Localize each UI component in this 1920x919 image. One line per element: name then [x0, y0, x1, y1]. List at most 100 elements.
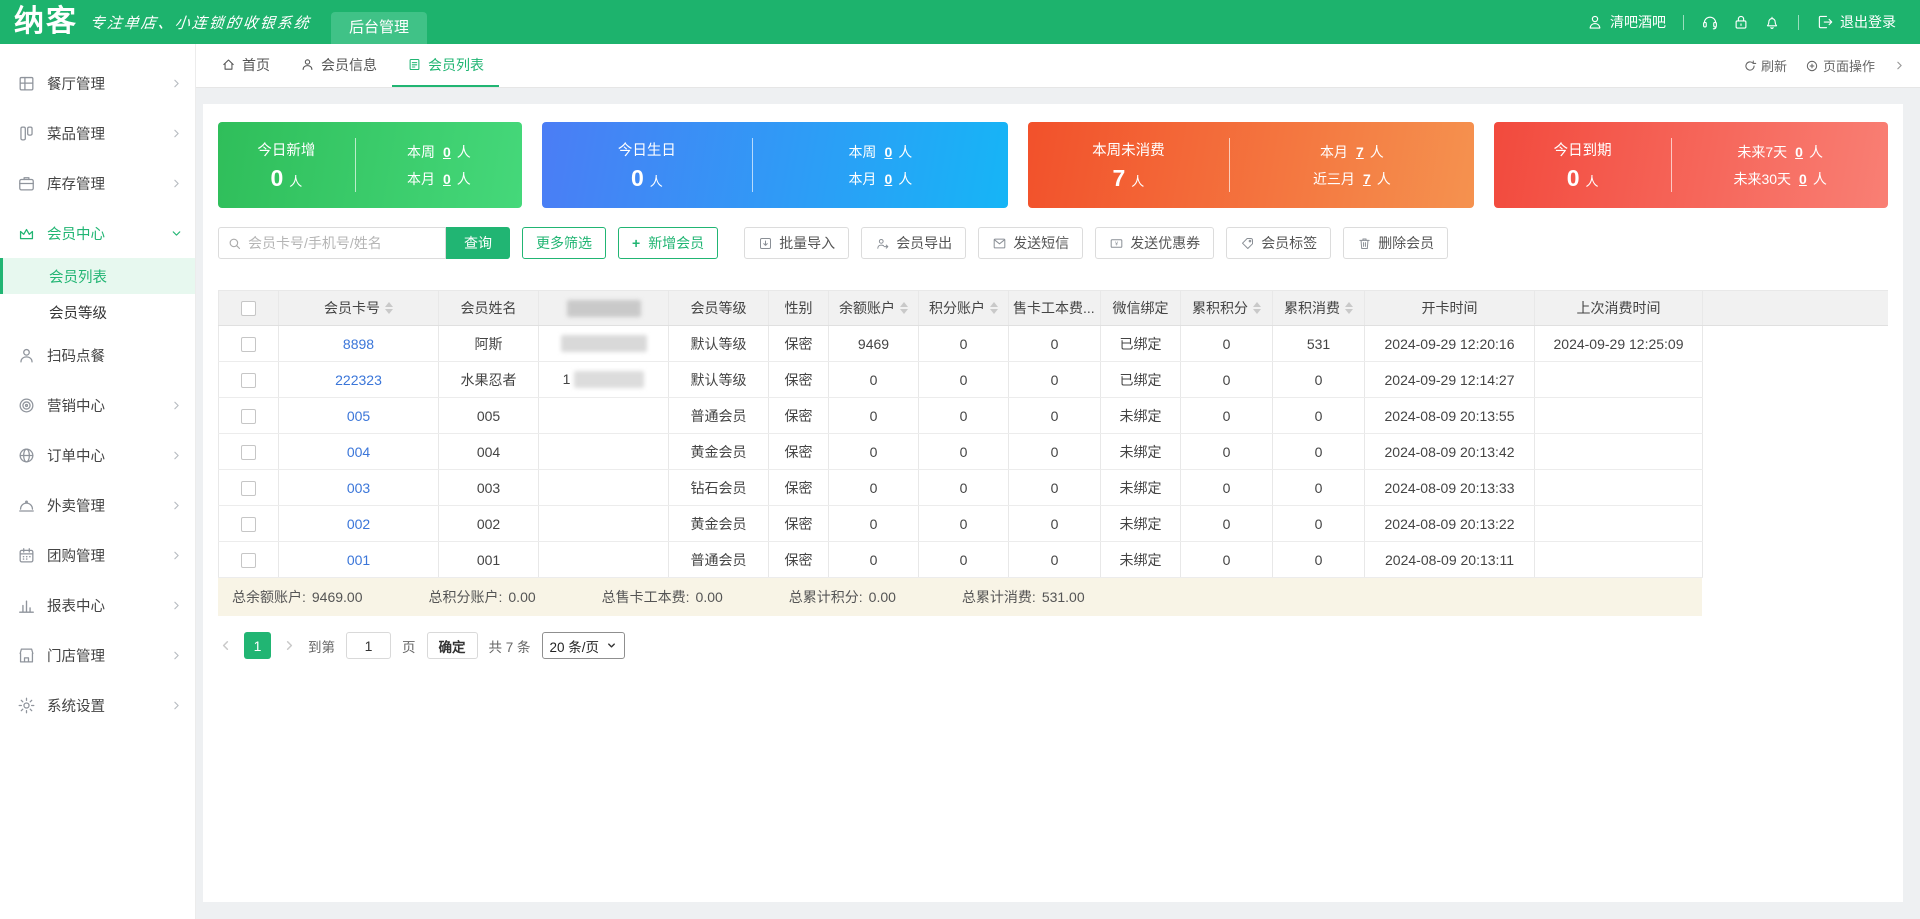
member-card-link[interactable]: 002	[347, 516, 370, 532]
member-tag-button[interactable]: 会员标签	[1226, 227, 1332, 259]
cell-wechat: 未绑定	[1100, 541, 1181, 578]
row-checkbox[interactable]	[241, 336, 256, 352]
stat-link[interactable]: 0	[884, 144, 892, 160]
confirm-page-button[interactable]: 确定	[426, 632, 478, 659]
sidebar-item-store-mgmt[interactable]: 门店管理	[0, 630, 195, 680]
goto-label: 到第	[308, 639, 335, 655]
cell-acc-points: 0	[1180, 541, 1273, 578]
member-export-button[interactable]: 会员导出	[861, 227, 967, 259]
cell-phone	[538, 541, 669, 578]
stat-link[interactable]: 0	[1795, 144, 1803, 160]
sort-points[interactable]	[990, 302, 998, 314]
member-card-link[interactable]: 222323	[335, 372, 382, 388]
cell-points: 0	[918, 361, 1009, 398]
tab-member-list[interactable]: 会员列表	[392, 44, 499, 87]
stat-link[interactable]: 0	[1799, 171, 1807, 187]
cell-open-time: 2024-08-09 20:13:55	[1364, 397, 1535, 434]
row-checkbox[interactable]	[241, 408, 256, 424]
select-all-checkbox[interactable]	[241, 301, 256, 317]
stat-link[interactable]: 0	[443, 144, 451, 160]
sort-card-no[interactable]	[385, 302, 393, 314]
send-coupon-button[interactable]: ¥ 发送优惠券	[1095, 227, 1215, 259]
app-logo: 纳客	[14, 5, 78, 38]
sidebar-item-member-center[interactable]: 会员中心	[0, 208, 195, 258]
sidebar-item-takeout-mgmt[interactable]: 外卖管理	[0, 480, 195, 530]
topbar: 纳客 专注单店、小连锁的收银系统 后台管理 清吧酒吧 退出登录	[0, 0, 1920, 44]
sidebar-subitem-member-level[interactable]: 会员等级	[0, 294, 195, 330]
next-page-icon[interactable]	[282, 638, 297, 653]
dishes-icon	[20, 126, 33, 140]
refresh-button[interactable]: 刷新	[1743, 56, 1787, 75]
member-card-link[interactable]: 004	[347, 444, 370, 460]
stat-link[interactable]: 7	[1363, 171, 1371, 187]
chevron-right-icon[interactable]	[1893, 59, 1906, 72]
stat-card-value: 7	[1112, 164, 1126, 191]
chevron-right-icon	[174, 501, 179, 509]
lock-button[interactable]	[1732, 13, 1750, 31]
prev-page-icon[interactable]	[218, 638, 233, 653]
sort-acc-consume[interactable]	[1345, 302, 1353, 314]
cell-open-time: 2024-08-09 20:13:22	[1364, 505, 1535, 542]
cell-acc-points: 0	[1180, 361, 1273, 398]
tab-member-info[interactable]: 会员信息	[285, 44, 392, 87]
sidebar-item-scan-order[interactable]: 扫码点餐	[0, 330, 195, 380]
page-number-current[interactable]: 1	[244, 632, 271, 659]
stat-link[interactable]: 0	[443, 171, 451, 187]
sidebar-item-restaurant-mgmt[interactable]: 餐厅管理	[0, 58, 195, 108]
search-box	[218, 227, 446, 259]
row-checkbox[interactable]	[241, 444, 256, 460]
tab-home[interactable]: 首页	[206, 44, 285, 87]
current-user[interactable]: 清吧酒吧	[1586, 12, 1666, 32]
more-filter-button[interactable]: 更多筛选	[522, 227, 606, 259]
row-checkbox[interactable]	[241, 372, 256, 388]
sidebar-item-dish-mgmt[interactable]: 菜品管理	[0, 108, 195, 158]
col-level: 会员等级	[690, 300, 747, 316]
stat-link[interactable]: 0	[884, 171, 892, 187]
cell-acc-consume: 0	[1272, 361, 1365, 398]
sort-balance[interactable]	[900, 302, 908, 314]
search-input[interactable]	[248, 235, 437, 251]
add-member-button[interactable]: + 新增会员	[618, 227, 719, 259]
admin-tab[interactable]: 后台管理	[331, 12, 428, 44]
row-checkbox[interactable]	[241, 552, 256, 568]
notifications-button[interactable]	[1763, 13, 1781, 31]
list-icon	[409, 58, 420, 71]
stat-card-title: 今日到期	[1553, 142, 1612, 159]
stat-link[interactable]: 7	[1356, 144, 1364, 160]
cell-acc-consume: 0	[1272, 505, 1365, 542]
cell-card-fee: 0	[1008, 505, 1101, 542]
sidebar-item-order-center[interactable]: 订单中心	[0, 430, 195, 480]
cell-acc-points: 0	[1180, 325, 1273, 362]
row-checkbox[interactable]	[241, 516, 256, 532]
chevron-right-icon	[174, 551, 179, 559]
support-button[interactable]	[1701, 13, 1719, 31]
page-actions-button[interactable]: 页面操作	[1805, 56, 1875, 75]
col-wechat: 微信绑定	[1112, 300, 1169, 316]
send-sms-button[interactable]: 发送短信	[978, 227, 1084, 259]
sidebar-item-groupbuy-mgmt[interactable]: 团购管理	[0, 530, 195, 580]
summary-row: 总余额账户: 9469.00 总积分账户: 0.00 总售卡工本费: 0.00 总累计…	[218, 578, 1702, 616]
sidebar-item-report-center[interactable]: 报表中心	[0, 580, 195, 630]
member-card-link[interactable]: 8898	[343, 336, 374, 352]
batch-import-button[interactable]: 批量导入	[744, 227, 850, 259]
goto-page-input[interactable]	[346, 632, 391, 659]
logout-button[interactable]: 退出登录	[1816, 12, 1896, 32]
member-card-link[interactable]: 003	[347, 480, 370, 496]
member-card-link[interactable]: 005	[347, 408, 370, 424]
search-button[interactable]: 查询	[446, 227, 510, 259]
page-size-select[interactable]: 20 条/页	[541, 632, 626, 659]
envelope-icon	[993, 238, 1006, 248]
member-card-link[interactable]: 001	[347, 552, 370, 568]
delete-member-button[interactable]: 删除会员	[1343, 227, 1449, 259]
sidebar-item-marketing-center[interactable]: 营销中心	[0, 380, 195, 430]
row-checkbox[interactable]	[241, 480, 256, 496]
sidebar-subitem-member-list[interactable]: 会员列表	[0, 258, 195, 294]
sidebar-item-inventory-mgmt[interactable]: 库存管理	[0, 158, 195, 208]
logout-label: 退出登录	[1840, 14, 1896, 30]
app-tagline: 专注单店、小连锁的收银系统	[89, 15, 312, 32]
sidebar-item-system-settings[interactable]: 系统设置	[0, 680, 195, 730]
chevron-right-icon	[174, 601, 179, 609]
cell-gender: 保密	[768, 397, 829, 434]
sort-acc-points[interactable]	[1253, 302, 1261, 314]
redacted-phone	[560, 335, 647, 353]
